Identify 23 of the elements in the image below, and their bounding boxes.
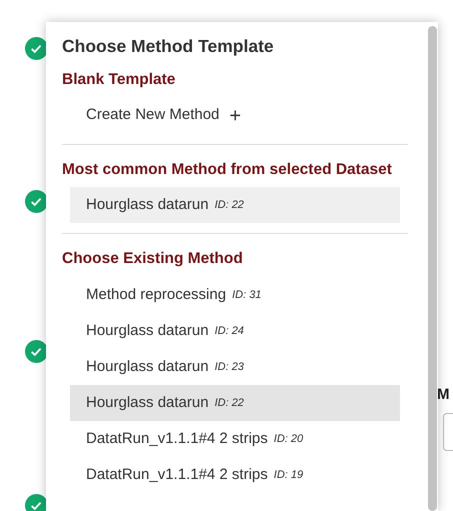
method-item[interactable]: Hourglass datarun ID: 22 (70, 187, 400, 224)
method-item[interactable]: Hourglass datarun ID: 22 (70, 384, 400, 421)
method-id: ID: 22 (214, 396, 244, 411)
scrollbar[interactable] (428, 26, 437, 511)
field-label: M (437, 385, 450, 405)
section-heading: Blank Template (62, 71, 176, 90)
method-id: ID: 20 (274, 432, 304, 447)
method-id: ID: 19 (274, 468, 304, 483)
section-heading: Most common Method from selected Dataset (62, 160, 393, 180)
method-item[interactable]: Hourglass datarun ID: 24 (70, 312, 400, 349)
method-item[interactable]: DatatRun_v1.1.1#4 2 strips ID: 20 (70, 420, 400, 457)
method-item[interactable]: Method reprocessing ID: 31 (70, 276, 400, 313)
method-item[interactable]: DatatRun_v1.1.1#4 2 strips ID: 19 (70, 456, 400, 493)
input-field[interactable] (443, 413, 453, 451)
section-heading: Choose Existing Method (62, 250, 244, 269)
method-id: ID: 31 (232, 288, 262, 303)
method-item[interactable]: Hourglass datarun ID: 23 (70, 348, 400, 385)
plus-icon: + (229, 100, 242, 131)
method-id: ID: 23 (214, 360, 244, 375)
method-item[interactable]: Create New Method + (70, 98, 400, 134)
method-id: ID: 22 (214, 198, 244, 213)
popup-title: Choose Method Template (62, 36, 275, 57)
method-id: ID: 24 (214, 324, 244, 339)
